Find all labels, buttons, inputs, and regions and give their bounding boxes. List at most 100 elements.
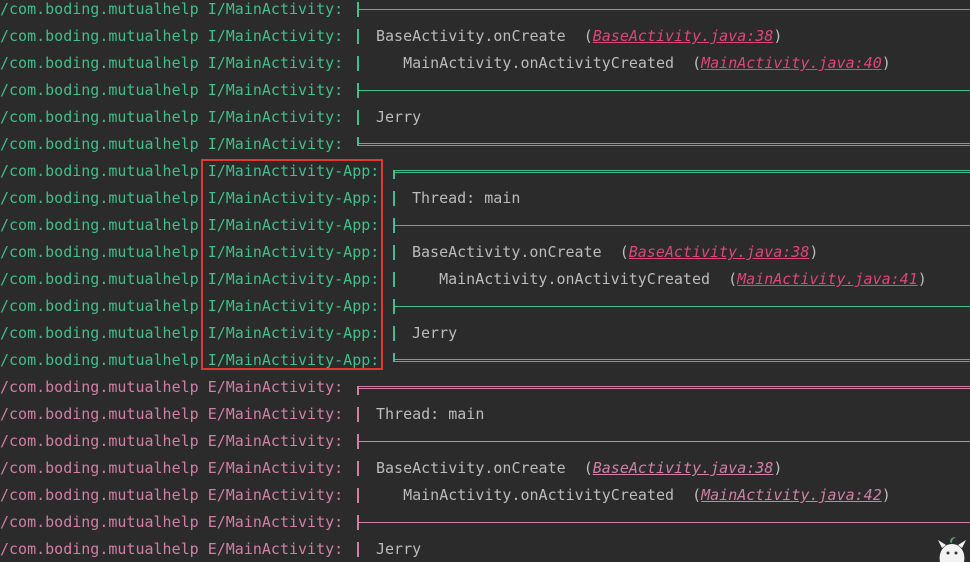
log-message-text: Jerry — [376, 540, 422, 558]
log-message-text: MainActivity.onActivityCreated ( — [376, 486, 702, 504]
box-border — [357, 29, 359, 44]
log-row: /com.boding.mutualhelp I/MainActivity: M… — [0, 50, 970, 77]
log-message: BaseActivity.onCreate (BaseActivity.java… — [412, 239, 818, 266]
log-message: MainActivity.onActivityCreated (MainActi… — [376, 50, 891, 77]
box-border — [357, 542, 359, 557]
log-row: /com.boding.mutualhelp I/MainActivity-Ap… — [0, 320, 970, 347]
log-tag: /com.boding.mutualhelp I/MainActivity: — [0, 81, 344, 99]
log-tag: /com.boding.mutualhelp I/MainActivity-Ap… — [0, 162, 380, 180]
log-tag: /com.boding.mutualhelp I/MainActivity-Ap… — [0, 351, 380, 369]
box-border — [357, 522, 970, 523]
box-border — [393, 359, 970, 362]
box-border — [357, 386, 970, 389]
log-row: /com.boding.mutualhelp E/MainActivity: — [0, 509, 970, 536]
log-row: /com.boding.mutualhelp E/MainActivity: M… — [0, 482, 970, 509]
log-message-text: Jerry — [376, 108, 422, 126]
box-border — [393, 299, 395, 314]
log-tag: /com.boding.mutualhelp E/MainActivity: — [0, 459, 344, 477]
log-message-tail: ) — [881, 486, 891, 504]
log-row: /com.boding.mutualhelp E/MainActivity: — [0, 374, 970, 401]
box-border — [393, 306, 970, 307]
source-link[interactable]: BaseActivity.java:38 — [593, 459, 774, 477]
box-border — [357, 110, 359, 125]
source-link[interactable]: BaseActivity.java:38 — [629, 243, 810, 261]
box-border — [357, 143, 970, 146]
log-message: MainActivity.onActivityCreated (MainActi… — [412, 266, 927, 293]
log-message-text: BaseActivity.onCreate ( — [376, 27, 593, 45]
log-row: /com.boding.mutualhelp I/MainActivity-Ap… — [0, 266, 970, 293]
log-row: /com.boding.mutualhelp I/MainActivity-Ap… — [0, 158, 970, 185]
box-border — [357, 90, 970, 91]
box-border — [357, 515, 359, 530]
log-tag: /com.boding.mutualhelp I/MainActivity: — [0, 54, 344, 72]
log-row: /com.boding.mutualhelp I/MainActivity-Ap… — [0, 212, 970, 239]
box-border — [357, 488, 359, 503]
box-border — [393, 170, 395, 179]
source-link[interactable]: BaseActivity.java:38 — [593, 27, 774, 45]
source-link[interactable]: MainActivity.java:40 — [701, 54, 882, 72]
log-message-text: BaseActivity.onCreate ( — [376, 459, 593, 477]
box-border — [393, 272, 395, 287]
logcat-output: /com.boding.mutualhelp I/MainActivity:/c… — [0, 0, 970, 562]
log-message: Jerry — [412, 320, 457, 347]
log-tag: /com.boding.mutualhelp I/MainActivity-Ap… — [0, 216, 380, 234]
log-message-text: MainActivity.onActivityCreated ( — [412, 270, 738, 288]
log-message-text: Thread: main — [376, 405, 485, 423]
mascot-icon — [938, 537, 966, 562]
log-tag: /com.boding.mutualhelp E/MainActivity: — [0, 432, 344, 450]
log-row: /com.boding.mutualhelp I/MainActivity: — [0, 0, 970, 23]
box-border — [393, 191, 395, 206]
log-message-text: Thread: main — [412, 189, 521, 207]
log-tag: /com.boding.mutualhelp I/MainActivity: — [0, 108, 344, 126]
box-border — [393, 326, 395, 341]
log-message: Jerry — [376, 104, 421, 131]
log-row: /com.boding.mutualhelp I/MainActivity: Ba… — [0, 23, 970, 50]
log-row: /com.boding.mutualhelp I/MainActivity: — [0, 77, 970, 104]
log-message-tail: ) — [917, 270, 927, 288]
log-tag: /com.boding.mutualhelp I/MainActivity-Ap… — [0, 189, 380, 207]
log-message-text: BaseActivity.onCreate ( — [412, 243, 629, 261]
box-border — [357, 434, 359, 449]
log-tag: /com.boding.mutualhelp I/MainActivity: — [0, 27, 344, 45]
box-border — [357, 461, 359, 476]
source-link[interactable]: MainActivity.java:41 — [737, 270, 918, 288]
log-tag: /com.boding.mutualhelp E/MainActivity: — [0, 405, 344, 423]
log-row: /com.boding.mutualhelp I/MainActivity-Ap… — [0, 347, 970, 374]
log-message: Thread: main — [376, 401, 484, 428]
box-border — [393, 170, 970, 173]
log-tag: /com.boding.mutualhelp I/MainActivity: — [0, 135, 344, 153]
log-message: BaseActivity.onCreate (BaseActivity.java… — [376, 455, 782, 482]
log-tag: /com.boding.mutualhelp I/MainActivity-Ap… — [0, 270, 380, 288]
box-border — [357, 441, 970, 442]
log-row: /com.boding.mutualhelp E/MainActivity: Th… — [0, 401, 970, 428]
log-row: /com.boding.mutualhelp E/MainActivity: Je… — [0, 536, 970, 562]
box-border — [393, 225, 970, 226]
log-message: BaseActivity.onCreate (BaseActivity.java… — [376, 23, 782, 50]
box-border — [393, 218, 395, 233]
log-tag: /com.boding.mutualhelp I/MainActivity-Ap… — [0, 243, 380, 261]
log-message-tail: ) — [881, 54, 891, 72]
box-border — [357, 83, 359, 98]
log-message: Thread: main — [412, 185, 520, 212]
source-link[interactable]: MainActivity.java:42 — [701, 486, 882, 504]
box-border — [393, 353, 395, 362]
log-tag: /com.boding.mutualhelp I/MainActivity-Ap… — [0, 324, 380, 342]
log-row: /com.boding.mutualhelp I/MainActivity-Ap… — [0, 293, 970, 320]
log-message-text: Jerry — [412, 324, 458, 342]
log-tag: /com.boding.mutualhelp E/MainActivity: — [0, 486, 344, 504]
log-row: /com.boding.mutualhelp I/MainActivity-Ap… — [0, 239, 970, 266]
box-border — [357, 2, 359, 17]
log-message-tail: ) — [773, 27, 783, 45]
log-message-tail: ) — [773, 459, 783, 477]
box-border — [357, 137, 359, 146]
box-border — [357, 9, 970, 10]
log-row: /com.boding.mutualhelp E/MainActivity: — [0, 428, 970, 455]
log-tag: /com.boding.mutualhelp E/MainActivity: — [0, 378, 344, 396]
log-row: /com.boding.mutualhelp I/MainActivity: — [0, 131, 970, 158]
box-border — [357, 407, 359, 422]
log-tag: /com.boding.mutualhelp E/MainActivity: — [0, 513, 344, 531]
log-message-tail: ) — [809, 243, 819, 261]
log-message-text: MainActivity.onActivityCreated ( — [376, 54, 702, 72]
log-message: Jerry — [376, 536, 421, 562]
log-message: MainActivity.onActivityCreated (MainActi… — [376, 482, 891, 509]
